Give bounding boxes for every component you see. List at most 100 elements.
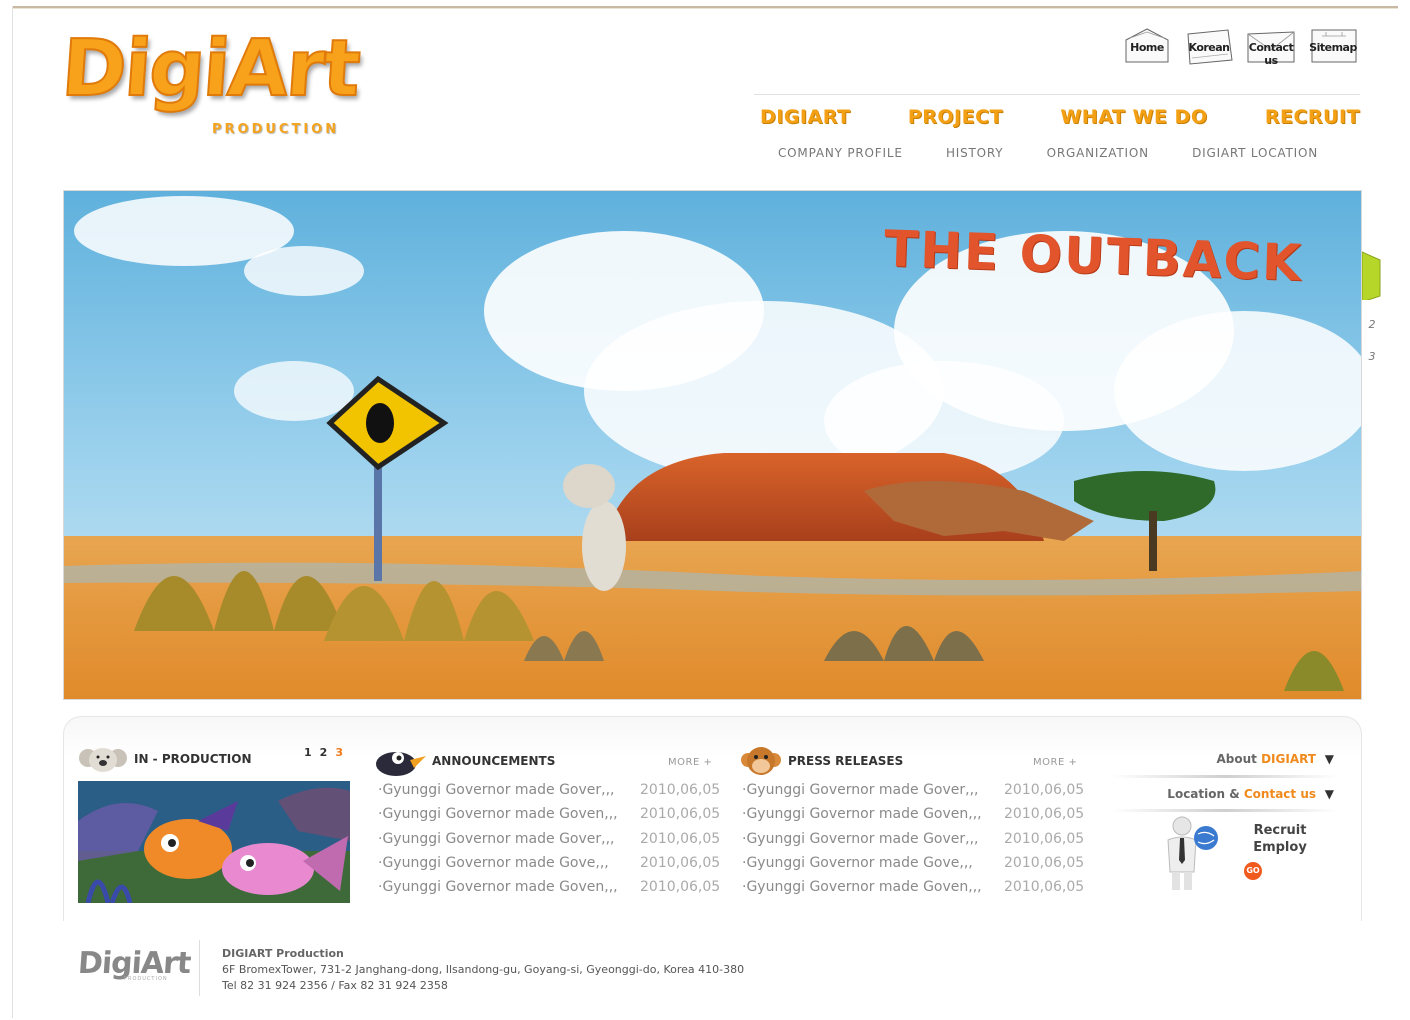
item-date: 2010,06,05 <box>1004 806 1085 823</box>
subnav-company-profile[interactable]: COMPANY PROFILE <box>778 146 903 160</box>
item-title[interactable]: ·Gyunggi Governor made Gove,,, <box>742 855 1004 879</box>
announcements-more-link[interactable]: MORE + <box>668 757 712 768</box>
subnav-digiart-location[interactable]: DIGIART LOCATION <box>1192 146 1318 160</box>
logo-wordmark: DigiArt <box>58 23 362 115</box>
item-date: 2010,06,05 <box>1004 879 1085 896</box>
location-prefix: Location & <box>1167 787 1244 801</box>
list-item[interactable]: ·Gyunggi Governor made Goven,,, 2010,06,0… <box>378 879 720 903</box>
item-date: 2010,06,05 <box>640 806 721 823</box>
list-item[interactable]: ·Gyunggi Governor made Goven,,, 2010,06,0… <box>742 806 1084 830</box>
item-date: 2010,06,05 <box>640 830 721 847</box>
page-1[interactable]: 1 <box>304 746 312 759</box>
sub-nav: COMPANY PROFILE HISTORY ORGANIZATION DIG… <box>778 146 1318 160</box>
item-title[interactable]: ·Gyunggi Governor made Gover,,, <box>378 782 640 806</box>
item-title[interactable]: ·Gyunggi Governor made Gover,,, <box>742 831 1004 855</box>
list-item[interactable]: ·Gyunggi Governor made Gover,,, 2010,06,0… <box>378 782 720 806</box>
item-date: 2010,06,05 <box>640 854 721 871</box>
press-releases-title: PRESS RELEASES <box>788 754 904 768</box>
announcements-list: ·Gyunggi Governor made Gover,,, 2010,06,0… <box>378 782 720 903</box>
top-border <box>12 6 1398 9</box>
subnav-organization[interactable]: ORGANIZATION <box>1047 146 1149 160</box>
recruit-line-1: Recruit <box>1253 823 1307 838</box>
item-date: 2010,06,05 <box>640 879 721 896</box>
footer-address: 6F BromexTower, 731-2 Janghang-dong, Ils… <box>222 963 745 976</box>
home-link-label: Home <box>1130 41 1164 54</box>
footer-phone: Tel 82 31 924 2356 / Fax 82 31 924 2358 <box>222 979 448 992</box>
in-production-title: IN - PRODUCTION <box>134 752 252 766</box>
koala-icon <box>79 748 127 772</box>
nav-recruit[interactable]: RECRUIT <box>1265 106 1360 128</box>
production-pager: 1 2 3 <box>304 746 343 759</box>
main-nav: DIGIART PROJECT WHAT WE DO RECRUIT <box>760 106 1360 128</box>
page-3[interactable]: 3 <box>335 746 343 759</box>
about-highlight: DIGIART <box>1261 752 1316 766</box>
item-date: 2010,06,05 <box>1004 830 1085 847</box>
businessman-globe-icon <box>1167 816 1218 890</box>
contact-link[interactable]: Contact us <box>1244 26 1298 67</box>
location-highlight: Contact us <box>1243 787 1316 801</box>
about-digiart-link[interactable]: About DIGIART ▼ <box>1112 744 1338 774</box>
slide-tab-3[interactable]: 3 <box>1362 350 1382 363</box>
footer-divider <box>199 940 200 996</box>
press-releases-list: ·Gyunggi Governor made Gover,,, 2010,06,0… <box>742 782 1084 903</box>
item-date: 2010,06,05 <box>1004 854 1085 871</box>
item-title[interactable]: ·Gyunggi Governor made Goven,,, <box>742 879 1004 903</box>
divider <box>1112 775 1338 778</box>
press-releases-header: PRESS RELEASES <box>740 744 903 778</box>
list-item[interactable]: ·Gyunggi Governor made Gover,,, 2010,06,0… <box>742 831 1084 855</box>
nav-digiart[interactable]: DIGIART <box>760 106 850 128</box>
site-logo[interactable]: DigiArt PRODUCTION <box>58 23 362 174</box>
item-title[interactable]: ·Gyunggi Governor made Goven,,, <box>742 806 1004 830</box>
in-production-header: IN - PRODUCTION <box>78 744 252 774</box>
announcements-header: ANNOUNCEMENTS <box>374 744 555 778</box>
nav-project[interactable]: PROJECT <box>908 106 1003 128</box>
item-title[interactable]: ·Gyunggi Governor made Gove,,, <box>378 855 640 879</box>
home-link[interactable]: Home <box>1120 26 1174 66</box>
footer-logo-subtitle: PRODUCTION <box>124 976 168 982</box>
chevron-down-icon: ▼ <box>1324 787 1334 801</box>
monkey-icon <box>741 747 781 775</box>
list-item[interactable]: ·Gyunggi Governor made Gove,,, 2010,06,05 <box>742 855 1084 879</box>
sitemap-link[interactable]: Sitemap <box>1306 26 1360 66</box>
page-2[interactable]: 2 <box>320 746 328 759</box>
sitemap-link-label: Sitemap <box>1309 41 1357 54</box>
fish-characters-illustration <box>78 781 350 903</box>
recruit-go-button[interactable]: GO <box>1244 862 1262 880</box>
chevron-down-icon: ▼ <box>1324 752 1334 766</box>
footer-company: DIGIART Production <box>222 947 344 960</box>
list-item[interactable]: ·Gyunggi Governor made Goven,,, 2010,06,0… <box>378 806 720 830</box>
utility-links: Home Korean Contact us Sitemap <box>1120 26 1360 67</box>
left-border <box>12 6 13 1018</box>
list-item[interactable]: ·Gyunggi Governor made Gover,,, 2010,06,0… <box>378 831 720 855</box>
footer-info: DIGIART Production 6F BromexTower, 731-2… <box>222 946 744 994</box>
item-date: 2010,06,05 <box>640 782 721 798</box>
contact-link-label: Contact us <box>1248 41 1294 67</box>
list-item[interactable]: ·Gyunggi Governor made Gover,,, 2010,06,0… <box>742 782 1084 806</box>
divider <box>1112 809 1338 812</box>
hero-banner[interactable]: THE OUTBACK <box>63 190 1362 700</box>
list-item[interactable]: ·Gyunggi Governor made Gove,,, 2010,06,05 <box>378 855 720 879</box>
item-date: 2010,06,05 <box>1004 782 1085 798</box>
bird-icon <box>376 752 426 776</box>
recruit-line-2: Employ <box>1253 840 1307 855</box>
nav-what-we-do[interactable]: WHAT WE DO <box>1060 106 1207 128</box>
announcements-title: ANNOUNCEMENTS <box>432 754 556 768</box>
nav-divider <box>754 94 1360 95</box>
slide-tab-active[interactable] <box>1362 250 1382 300</box>
production-thumbnail[interactable] <box>78 781 350 903</box>
list-item[interactable]: ·Gyunggi Governor made Goven,,, 2010,06,0… <box>742 879 1084 903</box>
item-title[interactable]: ·Gyunggi Governor made Goven,,, <box>378 879 640 903</box>
location-contact-link[interactable]: Location & Contact us ▼ <box>1112 779 1338 809</box>
logo-subtitle: PRODUCTION <box>212 122 340 137</box>
item-title[interactable]: ·Gyunggi Governor made Gover,,, <box>742 782 1004 806</box>
subnav-history[interactable]: HISTORY <box>946 146 1003 160</box>
about-prefix: About <box>1216 752 1262 766</box>
press-releases-more-link[interactable]: MORE + <box>1033 757 1077 768</box>
item-title[interactable]: ·Gyunggi Governor made Goven,,, <box>378 806 640 830</box>
korean-link[interactable]: Korean <box>1182 26 1236 66</box>
item-title[interactable]: ·Gyunggi Governor made Gover,,, <box>378 831 640 855</box>
korean-link-label: Korean <box>1188 41 1230 54</box>
slide-tab-2[interactable]: 2 <box>1362 318 1382 331</box>
recruit-employ-label[interactable]: Recruit Employ <box>1240 822 1320 856</box>
slide-tabs: 2 3 <box>1362 250 1382 380</box>
